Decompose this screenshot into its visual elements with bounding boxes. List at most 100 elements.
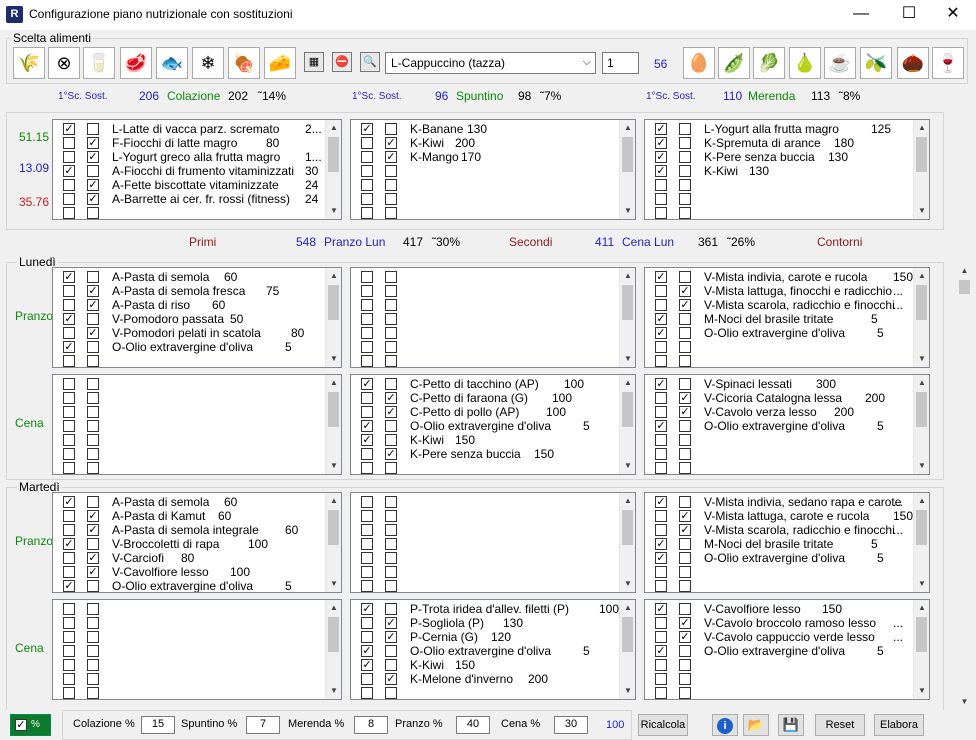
main-choice-checkbox[interactable]: ✓ bbox=[655, 603, 667, 615]
scroll-thumb[interactable] bbox=[916, 137, 927, 172]
list-scrollbar[interactable]: ▲ ▼ bbox=[619, 493, 635, 592]
substitute-checkbox[interactable] bbox=[385, 165, 397, 177]
list-item[interactable]: ✓ O-Olio extravergine d'oliva 5 bbox=[645, 644, 929, 658]
substitute-checkbox[interactable]: ✓ bbox=[87, 137, 99, 149]
main-choice-checkbox[interactable] bbox=[63, 617, 75, 629]
substitute-checkbox[interactable] bbox=[679, 580, 691, 592]
main-choice-checkbox[interactable] bbox=[63, 645, 75, 657]
open-button[interactable]: 📂 bbox=[743, 714, 769, 736]
scroll-up-icon[interactable]: ▲ bbox=[326, 120, 341, 136]
substitute-checkbox[interactable] bbox=[87, 207, 99, 219]
list-item[interactable]: ✓ O-Olio extravergine d'oliva 5 bbox=[645, 551, 929, 565]
list-item[interactable]: ✓ C-Petto di pollo (AP) 100 bbox=[351, 405, 635, 419]
main-choice-checkbox[interactable] bbox=[361, 406, 373, 418]
main-choice-checkbox[interactable]: ✓ bbox=[63, 538, 75, 550]
list-item[interactable] bbox=[351, 164, 635, 178]
main-choice-checkbox[interactable]: ✓ bbox=[655, 552, 667, 564]
main-choice-checkbox[interactable]: ✓ bbox=[655, 123, 667, 135]
main-choice-checkbox[interactable] bbox=[63, 552, 75, 564]
main-choice-checkbox[interactable] bbox=[63, 355, 75, 367]
list-item[interactable]: ✓ A-Pasta di Kamut 60 bbox=[53, 509, 341, 523]
list-item[interactable] bbox=[645, 658, 929, 672]
main-choice-checkbox[interactable] bbox=[655, 673, 667, 685]
list-item[interactable] bbox=[53, 658, 341, 672]
main-choice-checkbox[interactable] bbox=[655, 193, 667, 205]
substitute-checkbox[interactable] bbox=[679, 687, 691, 699]
list-item[interactable]: ✓ V-Broccoletti di rapa 100 bbox=[53, 537, 341, 551]
substitute-checkbox[interactable] bbox=[385, 538, 397, 550]
list-item[interactable] bbox=[645, 672, 929, 686]
main-choice-checkbox[interactable]: ✓ bbox=[361, 659, 373, 671]
main-choice-checkbox[interactable] bbox=[361, 165, 373, 177]
nuts-icon-button[interactable]: 🌰 bbox=[897, 47, 929, 79]
substitute-checkbox[interactable] bbox=[385, 123, 397, 135]
main-choice-checkbox[interactable] bbox=[63, 299, 75, 311]
list-item[interactable] bbox=[53, 405, 341, 419]
main-choice-checkbox[interactable] bbox=[655, 299, 667, 311]
list-item[interactable]: ✓ C-Petto di tacchino (AP) 100 bbox=[351, 377, 635, 391]
close-button[interactable]: ✕ bbox=[930, 0, 976, 30]
substitute-checkbox[interactable] bbox=[87, 434, 99, 446]
scroll-down-icon[interactable]: ▼ bbox=[326, 458, 341, 474]
main-choice-checkbox[interactable] bbox=[655, 355, 667, 367]
food-select-combo[interactable]: L-Cappuccino (tazza) ⌵ bbox=[385, 52, 596, 74]
scroll-up-icon[interactable]: ▲ bbox=[326, 600, 341, 616]
list-item[interactable]: ✓ P-Sogliola (P) 130 bbox=[351, 616, 635, 630]
scroll-up-icon[interactable]: ▲ bbox=[620, 375, 635, 391]
main-choice-checkbox[interactable] bbox=[361, 462, 373, 474]
main-choice-checkbox[interactable] bbox=[361, 580, 373, 592]
substitute-checkbox[interactable] bbox=[87, 341, 99, 353]
substitute-checkbox[interactable]: ✓ bbox=[385, 617, 397, 629]
substitute-checkbox[interactable]: ✓ bbox=[385, 673, 397, 685]
list-item[interactable]: ✓ V-Mista lattuga, finocchi e radicchio..… bbox=[645, 284, 929, 298]
main-choice-checkbox[interactable] bbox=[361, 285, 373, 297]
quantity-input[interactable]: 1 bbox=[602, 52, 639, 74]
oil-bottle-icon-button[interactable]: 🫒 bbox=[860, 47, 892, 79]
list-item[interactable] bbox=[351, 312, 635, 326]
substitute-checkbox[interactable] bbox=[87, 378, 99, 390]
list-item[interactable]: ✓ V-Cavolo broccolo ramoso lesso... bbox=[645, 616, 929, 630]
main-choice-checkbox[interactable] bbox=[655, 448, 667, 460]
main-choice-checkbox[interactable] bbox=[63, 687, 75, 699]
scroll-up-icon[interactable]: ▲ bbox=[326, 493, 341, 509]
substitute-checkbox[interactable] bbox=[679, 434, 691, 446]
list-item[interactable] bbox=[351, 523, 635, 537]
main-choice-checkbox[interactable] bbox=[361, 179, 373, 191]
list-item[interactable] bbox=[53, 391, 341, 405]
main-choice-checkbox[interactable] bbox=[655, 462, 667, 474]
coffee-cup-icon-button[interactable]: ☕ bbox=[824, 47, 856, 79]
list-scrollbar[interactable]: ▲ ▼ bbox=[913, 493, 929, 592]
main-choice-checkbox[interactable] bbox=[361, 137, 373, 149]
list-item[interactable]: ✓ M-Noci del brasile tritate 5 bbox=[645, 312, 929, 326]
substitute-checkbox[interactable]: ✓ bbox=[679, 406, 691, 418]
main-choice-checkbox[interactable]: ✓ bbox=[655, 645, 667, 657]
substitute-checkbox[interactable]: ✓ bbox=[87, 285, 99, 297]
main-choice-checkbox[interactable] bbox=[63, 327, 75, 339]
substitute-checkbox[interactable] bbox=[385, 462, 397, 474]
list-item[interactable]: ✓ L-Yogurt alla frutta magro 125 bbox=[645, 122, 929, 136]
scroll-up-icon[interactable]: ▲ bbox=[956, 262, 973, 279]
list-scrollbar[interactable]: ▲ ▼ bbox=[913, 600, 929, 699]
substitute-checkbox[interactable]: ✓ bbox=[385, 137, 397, 149]
substitute-checkbox[interactable] bbox=[385, 355, 397, 367]
scroll-down-icon[interactable]: ▼ bbox=[620, 576, 635, 592]
substitute-checkbox[interactable] bbox=[679, 566, 691, 578]
substitute-checkbox[interactable] bbox=[385, 285, 397, 297]
list-scrollbar[interactable]: ▲ ▼ bbox=[913, 375, 929, 474]
list-item[interactable]: ✓ K-Banane 130 bbox=[351, 122, 635, 136]
main-choice-checkbox[interactable] bbox=[63, 151, 75, 163]
list-scrollbar[interactable]: ▲ ▼ bbox=[913, 120, 929, 219]
wine-glass-icon-button[interactable]: 🍷 bbox=[932, 47, 964, 79]
list-item[interactable]: ✓ V-Cavolfiore lesso 100 bbox=[53, 565, 341, 579]
scroll-up-icon[interactable]: ▲ bbox=[326, 268, 341, 284]
scroll-thumb[interactable] bbox=[328, 617, 339, 652]
list-item[interactable]: ✓ V-Spinaci lessati 300 bbox=[645, 377, 929, 391]
scroll-down-icon[interactable]: ▼ bbox=[914, 351, 929, 367]
food-list[interactable]: ✓ C-Petto di tacchino (AP) 100 ✓ C-Petto di … bbox=[350, 374, 636, 475]
main-choice-checkbox[interactable]: ✓ bbox=[63, 123, 75, 135]
list-item[interactable]: ✓ V-Mista indivia, carote e rucola 150 bbox=[645, 270, 929, 284]
main-choice-checkbox[interactable] bbox=[63, 420, 75, 432]
list-scrollbar[interactable]: ▲ ▼ bbox=[325, 120, 341, 219]
main-choice-checkbox[interactable] bbox=[63, 285, 75, 297]
list-item[interactable] bbox=[53, 447, 341, 461]
